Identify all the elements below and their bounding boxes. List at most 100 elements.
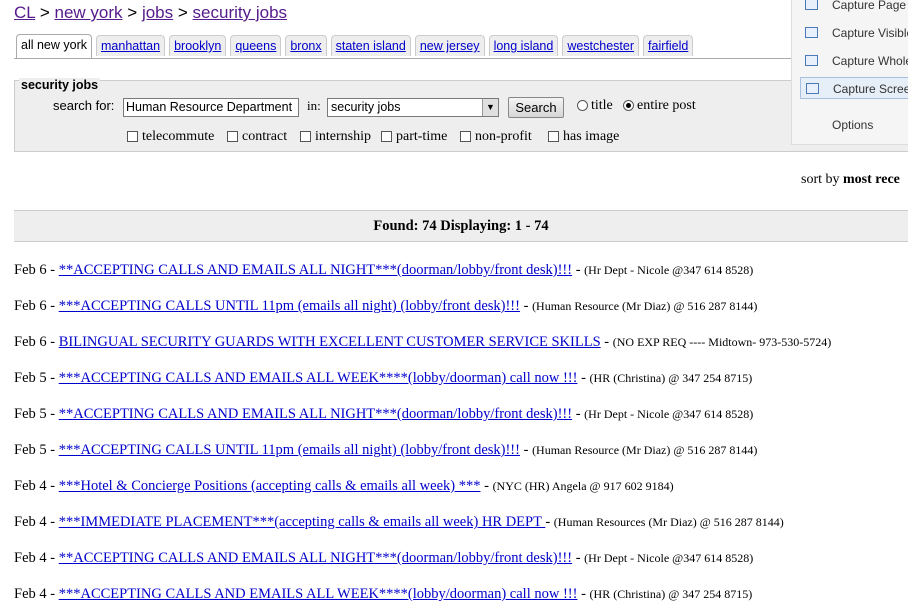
contract-checkbox[interactable] [227, 131, 238, 142]
listing-link[interactable]: ***ACCEPTING CALLS UNTIL 11pm (emails al… [59, 298, 520, 314]
capture-visible-item[interactable]: Capture Visible [800, 22, 908, 44]
listing-poster: (Hr Dept - Nicole @347 614 8528) [584, 551, 754, 565]
tab-fairfield[interactable]: fairfield [643, 35, 694, 56]
sort-value[interactable]: most rece [843, 172, 900, 187]
breadcrumb: CL > new york > jobs > security jobs [14, 3, 287, 23]
listing-link[interactable]: **ACCEPTING CALLS AND EMAILS ALL NIGHT**… [59, 262, 572, 278]
capture-visible-icon [805, 27, 818, 38]
capture-menu: Capture Page Capture Visible Capture Who… [791, 0, 908, 145]
search-panel-title: security jobs [19, 78, 101, 92]
tab-new-jersey[interactable]: new jersey [414, 35, 485, 56]
listing-date: Feb 5 [14, 370, 47, 386]
listing-poster: (Human Resource (Mr Diaz) @ 516 287 8144… [532, 299, 758, 313]
title-radio-label: title [591, 98, 613, 113]
listing-date: Feb 5 [14, 406, 47, 422]
tab-all-new-york[interactable]: all new york [16, 34, 92, 58]
listing-date: Feb 4 [14, 550, 47, 566]
capture-screen-icon [806, 83, 819, 94]
listing-poster: (Hr Dept - Nicole @347 614 8528) [584, 407, 754, 421]
listing-date: Feb 6 [14, 262, 47, 278]
listing-date: Feb 4 [14, 514, 47, 530]
listing-row: Feb 5 - **ACCEPTING CALLS AND EMAILS ALL… [14, 406, 754, 422]
listing-poster: (NYC (HR) Angela @ 917 602 9184) [492, 479, 674, 493]
capture-visible-label: Capture Visible [832, 26, 908, 40]
chevron-down-icon[interactable]: ▼ [482, 99, 498, 116]
capture-screen-item[interactable]: Capture Screen [800, 77, 908, 99]
area-tabs: all new york manhattan brooklyn queens b… [16, 34, 694, 58]
breadcrumb-cl-link[interactable]: CL [14, 3, 35, 22]
tab-staten-island[interactable]: staten island [330, 35, 411, 56]
capture-whole-label: Capture Whole [832, 54, 908, 68]
listing-link[interactable]: ***ACCEPTING CALLS UNTIL 11pm (emails al… [59, 442, 520, 458]
part-time-checkbox[interactable] [381, 131, 392, 142]
search-for-label: search for: [53, 98, 115, 113]
entire-post-radio-label: entire post [637, 98, 696, 113]
tab-brooklyn[interactable]: brooklyn [169, 35, 227, 56]
capture-whole-item[interactable]: Capture Whole [800, 50, 908, 72]
listing-link[interactable]: BILINGUAL SECURITY GUARDS WITH EXCELLENT… [59, 334, 601, 350]
part-time-label: part-time [396, 129, 448, 144]
listing-date: Feb 6 [14, 298, 47, 314]
listing-poster: (NO EXP REQ ---- Midtown- 973-530-5724) [612, 335, 832, 349]
listing-row: Feb 6 - **ACCEPTING CALLS AND EMAILS ALL… [14, 262, 754, 278]
listing-link[interactable]: ***ACCEPTING CALLS AND EMAILS ALL WEEK**… [59, 586, 578, 602]
breadcrumb-new-york-link[interactable]: new york [55, 3, 123, 22]
search-panel: security jobs search for: Human Resource… [14, 78, 908, 152]
search-input[interactable]: Human Resource Department [123, 98, 299, 117]
listing-link[interactable]: **ACCEPTING CALLS AND EMAILS ALL NIGHT**… [59, 406, 572, 422]
tab-long-island[interactable]: long island [488, 35, 559, 56]
non-profit-checkbox[interactable] [460, 131, 471, 142]
breadcrumb-jobs-link[interactable]: jobs [142, 3, 173, 22]
category-select[interactable]: security jobs ▼ [327, 98, 499, 117]
listing-poster: (HR (Christina) @ 347 254 8715) [589, 371, 753, 385]
tab-queens[interactable]: queens [230, 35, 282, 56]
telecommute-label: telecommute [142, 129, 215, 144]
tab-manhattan[interactable]: manhattan [96, 35, 166, 56]
capture-whole-icon [805, 55, 818, 66]
listing-date: Feb 6 [14, 334, 47, 350]
telecommute-checkbox[interactable] [127, 131, 138, 142]
breadcrumb-separator: > [127, 3, 138, 22]
contract-label: contract [242, 129, 288, 144]
search-button[interactable]: Search [508, 97, 564, 118]
non-profit-label: non-profit [475, 129, 532, 144]
capture-page-item[interactable]: Capture Page [800, 0, 908, 16]
capture-page-label: Capture Page [832, 0, 907, 12]
listing-row: Feb 5 - ***ACCEPTING CALLS AND EMAILS AL… [14, 370, 753, 386]
listing-row: Feb 5 - ***ACCEPTING CALLS UNTIL 11pm (e… [14, 442, 758, 458]
options-item[interactable]: Options [832, 118, 873, 132]
listing-row: Feb 4 - ***IMMEDIATE PLACEMENT***(accept… [14, 514, 784, 530]
breadcrumb-separator: > [177, 3, 188, 22]
internship-checkbox[interactable] [300, 131, 311, 142]
listing-row: Feb 6 - ***ACCEPTING CALLS UNTIL 11pm (e… [14, 298, 758, 314]
title-radio[interactable] [577, 100, 588, 111]
tab-bronx[interactable]: bronx [285, 35, 327, 56]
listing-date: Feb 5 [14, 442, 47, 458]
listing-poster: (Human Resources (Mr Diaz) @ 516 287 814… [553, 515, 784, 529]
listing-poster: (Human Resource (Mr Diaz) @ 516 287 8144… [532, 443, 758, 457]
sort-label: sort by [801, 172, 840, 187]
listing-link[interactable]: ***Hotel & Concierge Positions (acceptin… [59, 478, 481, 494]
has-image-label: has image [563, 129, 620, 144]
listing-row: Feb 4 - ***Hotel & Concierge Positions (… [14, 478, 674, 494]
capture-screen-label: Capture Screen [833, 82, 908, 96]
category-select-value: security jobs [331, 100, 401, 114]
listing-poster: (HR (Christina) @ 347 254 8715) [589, 587, 753, 601]
listing-date: Feb 4 [14, 478, 47, 494]
listing-link[interactable]: ***ACCEPTING CALLS AND EMAILS ALL WEEK**… [59, 370, 578, 386]
entire-post-radio[interactable] [623, 100, 634, 111]
listing-row: Feb 6 - BILINGUAL SECURITY GUARDS WITH E… [14, 334, 832, 350]
breadcrumb-security-jobs-link[interactable]: security jobs [193, 3, 287, 22]
listing-row: Feb 4 - **ACCEPTING CALLS AND EMAILS ALL… [14, 550, 754, 566]
breadcrumb-separator: > [39, 3, 50, 22]
tabs-divider [14, 58, 908, 59]
listing-link[interactable]: **ACCEPTING CALLS AND EMAILS ALL NIGHT**… [59, 550, 572, 566]
tab-westchester[interactable]: westchester [562, 35, 640, 56]
has-image-checkbox[interactable] [548, 131, 559, 142]
sort-control: sort by most rece [801, 172, 900, 188]
results-summary: Found: 74 Displaying: 1 - 74 [14, 210, 908, 242]
listing-date: Feb 4 [14, 586, 47, 602]
internship-label: internship [315, 129, 371, 144]
capture-page-icon [805, 0, 818, 10]
listing-link[interactable]: ***IMMEDIATE PLACEMENT***(accepting call… [59, 514, 546, 530]
